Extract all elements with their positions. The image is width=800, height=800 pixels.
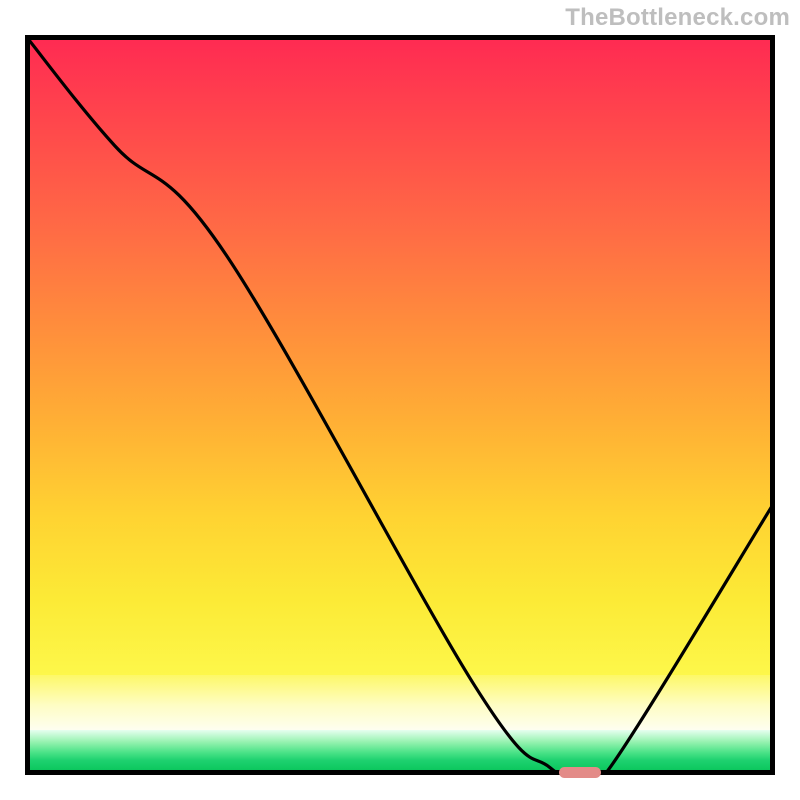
watermark-text: TheBottleneck.com <box>565 4 790 32</box>
chart-root: TheBottleneck.com <box>0 0 800 800</box>
bottleneck-curve <box>25 35 775 775</box>
optimal-marker <box>559 767 600 778</box>
